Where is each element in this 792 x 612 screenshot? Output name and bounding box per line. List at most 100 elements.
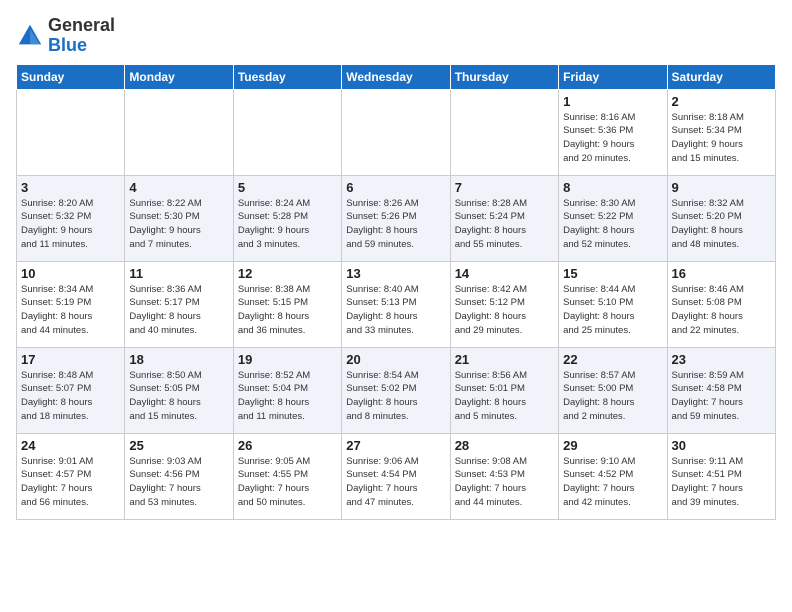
day-cell [17, 89, 125, 175]
logo: General Blue [16, 16, 115, 56]
day-number: 24 [21, 438, 120, 453]
day-cell: 7Sunrise: 8:28 AM Sunset: 5:24 PM Daylig… [450, 175, 558, 261]
day-cell: 30Sunrise: 9:11 AM Sunset: 4:51 PM Dayli… [667, 433, 775, 519]
day-info: Sunrise: 8:30 AM Sunset: 5:22 PM Dayligh… [563, 197, 662, 252]
week-row-5: 24 Sunrise: 9:01 AM Sunset: 4:57 PM Dayli… [17, 433, 776, 519]
weekday-header-monday: Monday [125, 64, 233, 89]
day-info: Sunrise: 8:36 AM Sunset: 5:17 PM Dayligh… [129, 283, 228, 338]
day-info: Sunrise: 8:16 AM Sunset: 5:36 PM Dayligh… [563, 111, 662, 166]
day-info: Sunrise: 9:03 AM Sunset: 4:56 PM Dayligh… [129, 455, 228, 510]
day-cell: 10 Sunrise: 8:34 AM Sunset: 5:19 PM Dayli… [17, 261, 125, 347]
day-number: 22 [563, 352, 662, 367]
day-number: 9 [672, 180, 771, 195]
weekday-header-wednesday: Wednesday [342, 64, 450, 89]
calendar-table: SundayMondayTuesdayWednesdayThursdayFrid… [16, 64, 776, 520]
day-info: Sunrise: 8:52 AM Sunset: 5:04 PM Dayligh… [238, 369, 337, 424]
day-number: 25 [129, 438, 228, 453]
day-cell: 28 Sunrise: 9:08 AM Sunset: 4:53 PM Dayli… [450, 433, 558, 519]
day-info: Sunrise: 9:05 AM Sunset: 4:55 PM Dayligh… [238, 455, 337, 510]
day-info: Sunrise: 8:42 AM Sunset: 5:12 PM Dayligh… [455, 283, 554, 338]
day-number: 21 [455, 352, 554, 367]
day-cell: 27 Sunrise: 9:06 AM Sunset: 4:54 PM Dayli… [342, 433, 450, 519]
day-cell: 8 Sunrise: 8:30 AM Sunset: 5:22 PM Daylig… [559, 175, 667, 261]
day-number: 10 [21, 266, 120, 281]
day-number: 19 [238, 352, 337, 367]
day-info: Sunrise: 8:20 AM Sunset: 5:32 PM Dayligh… [21, 197, 120, 252]
day-number: 20 [346, 352, 445, 367]
day-cell [125, 89, 233, 175]
day-info: Sunrise: 8:26 AM Sunset: 5:26 PM Dayligh… [346, 197, 445, 252]
day-info: Sunrise: 8:32 AM Sunset: 5:20 PM Dayligh… [672, 197, 771, 252]
logo-general: General [48, 15, 115, 35]
weekday-header-saturday: Saturday [667, 64, 775, 89]
day-cell: 6 Sunrise: 8:26 AM Sunset: 5:26 PM Daylig… [342, 175, 450, 261]
day-cell: 3 Sunrise: 8:20 AM Sunset: 5:32 PM Daylig… [17, 175, 125, 261]
logo-blue: Blue [48, 35, 87, 55]
day-number: 15 [563, 266, 662, 281]
day-info: Sunrise: 8:50 AM Sunset: 5:05 PM Dayligh… [129, 369, 228, 424]
day-info: Sunrise: 8:54 AM Sunset: 5:02 PM Dayligh… [346, 369, 445, 424]
day-number: 12 [238, 266, 337, 281]
day-number: 6 [346, 180, 445, 195]
day-cell: 29 Sunrise: 9:10 AM Sunset: 4:52 PM Dayli… [559, 433, 667, 519]
day-cell: 9 Sunrise: 8:32 AM Sunset: 5:20 PM Daylig… [667, 175, 775, 261]
page-header: General Blue [16, 16, 776, 56]
day-info: Sunrise: 8:40 AM Sunset: 5:13 PM Dayligh… [346, 283, 445, 338]
day-number: 30 [672, 438, 771, 453]
day-info: Sunrise: 8:28 AM Sunset: 5:24 PM Dayligh… [455, 197, 554, 252]
day-cell: 1Sunrise: 8:16 AM Sunset: 5:36 PM Daylig… [559, 89, 667, 175]
logo-icon [16, 22, 44, 50]
day-number: 16 [672, 266, 771, 281]
day-number: 14 [455, 266, 554, 281]
day-number: 8 [563, 180, 662, 195]
day-cell: 11 Sunrise: 8:36 AM Sunset: 5:17 PM Dayli… [125, 261, 233, 347]
day-number: 2 [672, 94, 771, 109]
day-cell: 4 Sunrise: 8:22 AM Sunset: 5:30 PM Daylig… [125, 175, 233, 261]
day-info: Sunrise: 8:44 AM Sunset: 5:10 PM Dayligh… [563, 283, 662, 338]
week-row-4: 17Sunrise: 8:48 AM Sunset: 5:07 PM Dayli… [17, 347, 776, 433]
day-cell: 22Sunrise: 8:57 AM Sunset: 5:00 PM Dayli… [559, 347, 667, 433]
day-number: 26 [238, 438, 337, 453]
day-number: 4 [129, 180, 228, 195]
day-number: 27 [346, 438, 445, 453]
day-info: Sunrise: 9:01 AM Sunset: 4:57 PM Dayligh… [21, 455, 120, 510]
day-number: 13 [346, 266, 445, 281]
day-cell: 19 Sunrise: 8:52 AM Sunset: 5:04 PM Dayli… [233, 347, 341, 433]
day-info: Sunrise: 8:18 AM Sunset: 5:34 PM Dayligh… [672, 111, 771, 166]
day-cell: 21Sunrise: 8:56 AM Sunset: 5:01 PM Dayli… [450, 347, 558, 433]
day-number: 23 [672, 352, 771, 367]
day-info: Sunrise: 9:10 AM Sunset: 4:52 PM Dayligh… [563, 455, 662, 510]
day-number: 5 [238, 180, 337, 195]
day-number: 17 [21, 352, 120, 367]
day-info: Sunrise: 8:24 AM Sunset: 5:28 PM Dayligh… [238, 197, 337, 252]
day-info: Sunrise: 8:22 AM Sunset: 5:30 PM Dayligh… [129, 197, 228, 252]
day-number: 29 [563, 438, 662, 453]
day-cell: 5 Sunrise: 8:24 AM Sunset: 5:28 PM Daylig… [233, 175, 341, 261]
weekday-header-thursday: Thursday [450, 64, 558, 89]
day-info: Sunrise: 8:34 AM Sunset: 5:19 PM Dayligh… [21, 283, 120, 338]
weekday-header-row: SundayMondayTuesdayWednesdayThursdayFrid… [17, 64, 776, 89]
day-number: 28 [455, 438, 554, 453]
day-cell: 23Sunrise: 8:59 AM Sunset: 4:58 PM Dayli… [667, 347, 775, 433]
weekday-header-tuesday: Tuesday [233, 64, 341, 89]
day-info: Sunrise: 8:46 AM Sunset: 5:08 PM Dayligh… [672, 283, 771, 338]
day-cell [450, 89, 558, 175]
day-cell: 25 Sunrise: 9:03 AM Sunset: 4:56 PM Dayli… [125, 433, 233, 519]
day-cell [233, 89, 341, 175]
day-cell [342, 89, 450, 175]
day-number: 11 [129, 266, 228, 281]
day-info: Sunrise: 9:06 AM Sunset: 4:54 PM Dayligh… [346, 455, 445, 510]
week-row-2: 3 Sunrise: 8:20 AM Sunset: 5:32 PM Daylig… [17, 175, 776, 261]
day-cell: 18 Sunrise: 8:50 AM Sunset: 5:05 PM Dayli… [125, 347, 233, 433]
day-info: Sunrise: 9:08 AM Sunset: 4:53 PM Dayligh… [455, 455, 554, 510]
day-number: 18 [129, 352, 228, 367]
day-cell: 2 Sunrise: 8:18 AM Sunset: 5:34 PM Daylig… [667, 89, 775, 175]
day-cell: 24 Sunrise: 9:01 AM Sunset: 4:57 PM Dayli… [17, 433, 125, 519]
day-cell: 20 Sunrise: 8:54 AM Sunset: 5:02 PM Dayli… [342, 347, 450, 433]
day-cell: 14 Sunrise: 8:42 AM Sunset: 5:12 PM Dayli… [450, 261, 558, 347]
day-cell: 17Sunrise: 8:48 AM Sunset: 5:07 PM Dayli… [17, 347, 125, 433]
day-number: 3 [21, 180, 120, 195]
day-cell: 12Sunrise: 8:38 AM Sunset: 5:15 PM Dayli… [233, 261, 341, 347]
weekday-header-sunday: Sunday [17, 64, 125, 89]
day-cell: 13 Sunrise: 8:40 AM Sunset: 5:13 PM Dayli… [342, 261, 450, 347]
